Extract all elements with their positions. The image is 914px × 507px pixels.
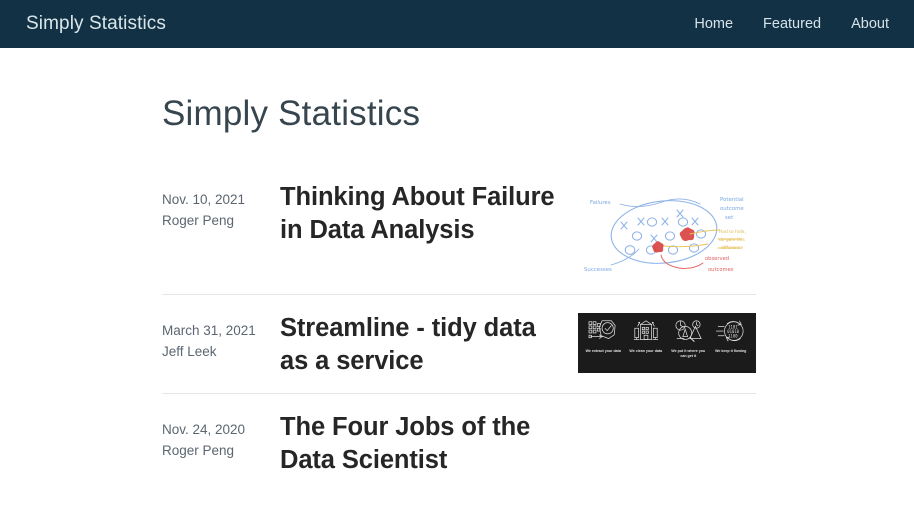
data-clean-icon <box>633 320 658 340</box>
post-list: Nov. 10, 2021 Roger Peng Thinking About … <box>162 164 756 493</box>
svg-text:do gain this: do gain this <box>719 237 745 243</box>
svg-text:Had to hide,: Had to hide, <box>719 229 746 235</box>
post-date: Nov. 24, 2020 <box>162 422 246 438</box>
main-content: Simply Statistics Nov. 10, 2021 Roger Pe… <box>0 48 914 493</box>
navbar-links: Home Featured About <box>694 16 889 32</box>
svg-text:1100: 1100 <box>728 334 738 339</box>
post-thumbnail[interactable]: We extract your data We clean your data … <box>578 312 756 373</box>
post-meta: March 31, 2021 Jeff Leek <box>162 312 280 363</box>
svg-text:Successes: Successes <box>584 267 612 273</box>
data-flow-icon: 1101 01010 1100 <box>715 320 744 342</box>
site-navbar: Simply Statistics Home Featured About <box>0 0 914 48</box>
banner-cell: We extract your data <box>582 318 625 369</box>
banner-caption: We keep it flowing <box>715 349 747 353</box>
nav-link-home[interactable]: Home <box>694 16 733 32</box>
banner-cell: We put it where you can get it <box>667 318 710 369</box>
post-date: March 31, 2021 <box>162 323 256 338</box>
banner-caption: We put it where you can get it <box>671 349 706 359</box>
hand-drawn-diagram-icon: Failures Successes Potential outcome set… <box>578 182 756 278</box>
post-list-item[interactable]: March 31, 2021 Jeff Leek Streamline - ti… <box>162 294 756 393</box>
post-meta: Nov. 10, 2021 Roger Peng <box>162 181 280 232</box>
navbar-brand-link[interactable]: Simply Statistics <box>26 13 166 35</box>
banner-cell: 1101 01010 1100 We keep it flowing <box>710 318 753 369</box>
svg-text:difference: difference <box>721 245 743 251</box>
post-list-item[interactable]: Nov. 10, 2021 Roger Peng Thinking About … <box>162 164 756 294</box>
post-title-link[interactable]: Thinking About Failure in Data Analysis <box>280 181 576 246</box>
post-thumbnail-empty <box>578 411 756 412</box>
post-title-link[interactable]: Streamline - tidy data as a service <box>280 312 576 377</box>
svg-text:set: set <box>725 215 733 221</box>
data-access-icon <box>675 320 702 342</box>
post-author: Roger Peng <box>162 443 235 459</box>
banner-caption: We extract your data <box>585 349 621 353</box>
page-title: Simply Statistics <box>162 94 421 133</box>
svg-text:observed: observed <box>705 256 729 262</box>
post-thumbnail[interactable]: Failures Successes Potential outcome set… <box>578 181 756 278</box>
nav-link-about[interactable]: About <box>851 16 889 32</box>
svg-text:outcome: outcome <box>720 206 744 212</box>
nav-link-featured[interactable]: Featured <box>763 16 821 32</box>
svg-text:Failures: Failures <box>590 200 611 206</box>
banner-caption: We clean your data <box>629 349 663 353</box>
post-title-link[interactable]: The Four Jobs of the Data Scientist <box>280 411 576 476</box>
post-author: Roger Peng <box>162 212 235 228</box>
post-date: Nov. 10, 2021 <box>162 192 246 207</box>
svg-text:outcomes: outcomes <box>708 267 734 273</box>
banner-cell: We clean your data <box>625 318 668 369</box>
data-extract-icon <box>588 320 616 339</box>
post-meta: Nov. 24, 2020 Roger Peng <box>162 411 280 462</box>
post-author: Jeff Leek <box>162 343 217 359</box>
svg-text:Potential: Potential <box>720 197 744 203</box>
streamline-banner: We extract your data We clean your data … <box>578 313 756 373</box>
post-list-item[interactable]: Nov. 24, 2020 Roger Peng The Four Jobs o… <box>162 393 756 492</box>
